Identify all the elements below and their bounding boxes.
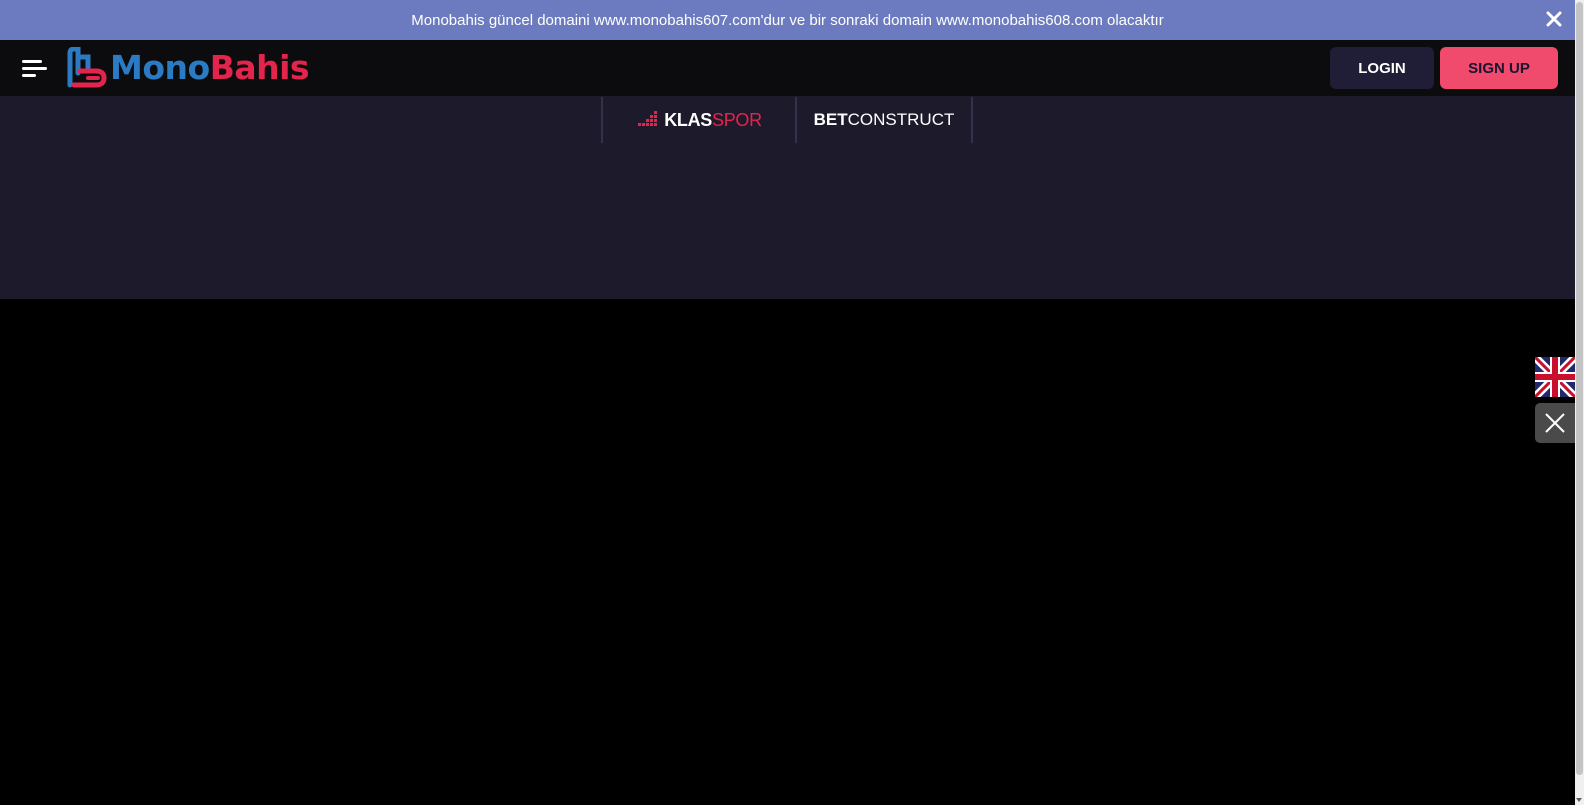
- logo-mark-icon: [67, 47, 107, 88]
- scrollbar-thumb[interactable]: [1576, 2, 1583, 775]
- page: Monobahis güncel domaini www.monobahis60…: [0, 0, 1584, 805]
- language-close-button[interactable]: [1535, 403, 1575, 443]
- logo-text-mono: Mono: [110, 48, 210, 87]
- close-icon: [1546, 11, 1562, 27]
- uk-flag-icon: [1532, 354, 1578, 400]
- hamburger-menu-icon: [22, 60, 47, 77]
- provider-klasspor[interactable]: KLASSPOR: [601, 97, 795, 143]
- language-flag-button[interactable]: [1532, 354, 1578, 400]
- site-logo[interactable]: MonoBahis: [66, 47, 310, 89]
- provider-klasspor-part1: KLAS: [664, 109, 712, 130]
- announcement-bar: Monobahis güncel domaini www.monobahis60…: [0, 0, 1575, 40]
- login-button[interactable]: LOGIN: [1330, 47, 1434, 89]
- provider-betconstruct-part2: CONSTRUCT: [847, 110, 955, 129]
- provider-klasspor-part2: SPOR: [712, 109, 762, 130]
- scroll-down-arrow-icon[interactable]: [1576, 798, 1582, 802]
- provider-betconstruct[interactable]: BETCONSTRUCT: [795, 97, 973, 143]
- site-header: MonoBahis LOGIN SIGN UP: [0, 40, 1575, 96]
- klasspor-dots-icon: [638, 111, 658, 126]
- scrollbar[interactable]: [1575, 0, 1584, 805]
- announcement-close-button[interactable]: [1541, 6, 1567, 32]
- signup-button[interactable]: SIGN UP: [1440, 47, 1558, 89]
- announcement-text: Monobahis güncel domaini www.monobahis60…: [411, 11, 1164, 29]
- provider-list: KLASSPOR BETCONSTRUCT: [601, 97, 973, 143]
- logo-text-bahis: Bahis: [209, 48, 310, 87]
- close-icon: [1545, 413, 1565, 433]
- menu-button[interactable]: [20, 56, 48, 80]
- providers-band: KLASSPOR BETCONSTRUCT: [0, 96, 1575, 299]
- provider-betconstruct-part1: BET: [813, 110, 848, 129]
